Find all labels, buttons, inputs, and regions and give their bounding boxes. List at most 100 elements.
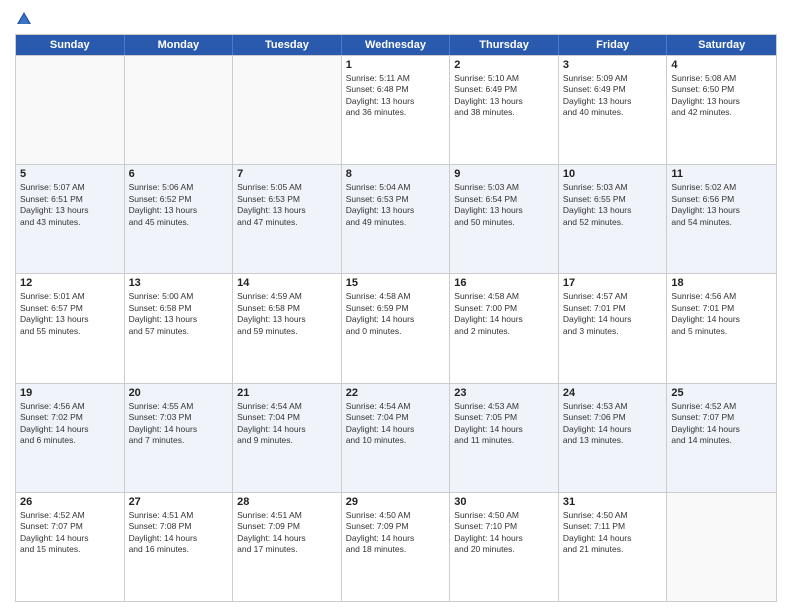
header-day-saturday: Saturday xyxy=(667,35,776,55)
day-cell-31: 31 Sunrise: 4:50 AM Sunset: 7:11 PM Dayli… xyxy=(559,493,668,601)
header-day-tuesday: Tuesday xyxy=(233,35,342,55)
day-number: 31 xyxy=(563,496,663,508)
calendar-row-3: 19Sunrise: 4:56 AM Sunset: 7:02 PM Dayli… xyxy=(16,383,776,492)
day-number: 13 xyxy=(129,277,229,289)
day-number: 22 xyxy=(346,387,446,399)
day-number: 28 xyxy=(237,496,337,508)
day-cell-28: 28 Sunrise: 4:51 AM Sunset: 7:09 PM Dayli… xyxy=(233,493,342,601)
day-info: Sunrise: 4:56 AM Sunset: 7:02 PM Dayligh… xyxy=(20,401,120,447)
header-day-thursday: Thursday xyxy=(450,35,559,55)
day-cell-18: 18 Sunrise: 4:56 AM Sunset: 7:01 PM Dayli… xyxy=(667,274,776,382)
day-info: Sunrise: 5:08 AM Sunset: 6:50 PM Dayligh… xyxy=(671,73,772,119)
day-cell-3: 3 Sunrise: 5:09 AM Sunset: 6:49 PM Daylig… xyxy=(559,56,668,164)
day-number: 12 xyxy=(20,277,120,289)
day-number: 23 xyxy=(454,387,554,399)
day-number: 7 xyxy=(237,168,337,180)
day-cell-14: 14 Sunrise: 4:59 AM Sunset: 6:58 PM Dayli… xyxy=(233,274,342,382)
day-cell-17: 17 Sunrise: 4:57 AM Sunset: 7:01 PM Dayli… xyxy=(559,274,668,382)
day-info: Sunrise: 4:53 AM Sunset: 7:06 PM Dayligh… xyxy=(563,401,663,447)
day-cell-9: 9 Sunrise: 5:03 AM Sunset: 6:54 PM Daylig… xyxy=(450,165,559,273)
day-cell-6: 6 Sunrise: 5:06 AM Sunset: 6:52 PM Daylig… xyxy=(125,165,234,273)
day-info: Sunrise: 4:58 AM Sunset: 7:00 PM Dayligh… xyxy=(454,291,554,337)
day-info: Sunrise: 4:52 AM Sunset: 7:07 PM Dayligh… xyxy=(671,401,772,447)
day-info: Sunrise: 4:54 AM Sunset: 7:04 PM Dayligh… xyxy=(237,401,337,447)
day-cell-8: 8 Sunrise: 5:04 AM Sunset: 6:53 PM Daylig… xyxy=(342,165,451,273)
day-cell-7: 7 Sunrise: 5:05 AM Sunset: 6:53 PM Daylig… xyxy=(233,165,342,273)
day-number: 18 xyxy=(671,277,772,289)
day-number: 4 xyxy=(671,59,772,71)
empty-cell xyxy=(233,56,342,164)
day-info: Sunrise: 5:02 AM Sunset: 6:56 PM Dayligh… xyxy=(671,182,772,228)
day-number: 2 xyxy=(454,59,554,71)
day-number: 5 xyxy=(20,168,120,180)
day-cell-10: 10Sunrise: 5:03 AM Sunset: 6:55 PM Dayli… xyxy=(559,165,668,273)
day-info: Sunrise: 5:07 AM Sunset: 6:51 PM Dayligh… xyxy=(20,182,120,228)
day-cell-24: 24 Sunrise: 4:53 AM Sunset: 7:06 PM Dayli… xyxy=(559,384,668,492)
day-cell-29: 29 Sunrise: 4:50 AM Sunset: 7:09 PM Dayli… xyxy=(342,493,451,601)
day-info: Sunrise: 4:52 AM Sunset: 7:07 PM Dayligh… xyxy=(20,510,120,556)
day-cell-20: 20 Sunrise: 4:55 AM Sunset: 7:03 PM Dayli… xyxy=(125,384,234,492)
day-info: Sunrise: 5:06 AM Sunset: 6:52 PM Dayligh… xyxy=(129,182,229,228)
day-number: 25 xyxy=(671,387,772,399)
day-cell-5: 5 Sunrise: 5:07 AM Sunset: 6:51 PM Daylig… xyxy=(16,165,125,273)
day-info: Sunrise: 5:03 AM Sunset: 6:54 PM Dayligh… xyxy=(454,182,554,228)
day-info: Sunrise: 4:57 AM Sunset: 7:01 PM Dayligh… xyxy=(563,291,663,337)
day-info: Sunrise: 5:03 AM Sunset: 6:55 PM Dayligh… xyxy=(563,182,663,228)
day-number: 3 xyxy=(563,59,663,71)
day-number: 26 xyxy=(20,496,120,508)
day-cell-25: 25 Sunrise: 4:52 AM Sunset: 7:07 PM Dayli… xyxy=(667,384,776,492)
day-info: Sunrise: 4:50 AM Sunset: 7:09 PM Dayligh… xyxy=(346,510,446,556)
day-info: Sunrise: 5:04 AM Sunset: 6:53 PM Dayligh… xyxy=(346,182,446,228)
day-info: Sunrise: 4:58 AM Sunset: 6:59 PM Dayligh… xyxy=(346,291,446,337)
day-info: Sunrise: 5:05 AM Sunset: 6:53 PM Dayligh… xyxy=(237,182,337,228)
day-number: 21 xyxy=(237,387,337,399)
day-number: 1 xyxy=(346,59,446,71)
day-info: Sunrise: 5:00 AM Sunset: 6:58 PM Dayligh… xyxy=(129,291,229,337)
day-cell-13: 13 Sunrise: 5:00 AM Sunset: 6:58 PM Dayli… xyxy=(125,274,234,382)
day-cell-27: 27Sunrise: 4:51 AM Sunset: 7:08 PM Dayli… xyxy=(125,493,234,601)
day-cell-1: 1 Sunrise: 5:11 AM Sunset: 6:48 PM Daylig… xyxy=(342,56,451,164)
logo-icon xyxy=(15,10,33,28)
day-number: 24 xyxy=(563,387,663,399)
day-info: Sunrise: 4:54 AM Sunset: 7:04 PM Dayligh… xyxy=(346,401,446,447)
header-day-wednesday: Wednesday xyxy=(342,35,451,55)
day-number: 11 xyxy=(671,168,772,180)
day-number: 8 xyxy=(346,168,446,180)
day-cell-2: 2 Sunrise: 5:10 AM Sunset: 6:49 PM Daylig… xyxy=(450,56,559,164)
empty-cell xyxy=(125,56,234,164)
calendar-row-0: 1 Sunrise: 5:11 AM Sunset: 6:48 PM Daylig… xyxy=(16,55,776,164)
calendar-body: 1 Sunrise: 5:11 AM Sunset: 6:48 PM Daylig… xyxy=(16,55,776,601)
calendar-header: SundayMondayTuesdayWednesdayThursdayFrid… xyxy=(16,35,776,55)
day-info: Sunrise: 5:10 AM Sunset: 6:49 PM Dayligh… xyxy=(454,73,554,119)
day-info: Sunrise: 4:51 AM Sunset: 7:09 PM Dayligh… xyxy=(237,510,337,556)
day-info: Sunrise: 4:50 AM Sunset: 7:11 PM Dayligh… xyxy=(563,510,663,556)
day-info: Sunrise: 5:11 AM Sunset: 6:48 PM Dayligh… xyxy=(346,73,446,119)
day-cell-30: 30Sunrise: 4:50 AM Sunset: 7:10 PM Dayli… xyxy=(450,493,559,601)
calendar-row-1: 5 Sunrise: 5:07 AM Sunset: 6:51 PM Daylig… xyxy=(16,164,776,273)
day-cell-19: 19Sunrise: 4:56 AM Sunset: 7:02 PM Dayli… xyxy=(16,384,125,492)
header xyxy=(15,10,777,28)
day-cell-26: 26 Sunrise: 4:52 AM Sunset: 7:07 PM Dayli… xyxy=(16,493,125,601)
day-cell-12: 12 Sunrise: 5:01 AM Sunset: 6:57 PM Dayli… xyxy=(16,274,125,382)
day-number: 9 xyxy=(454,168,554,180)
day-number: 30 xyxy=(454,496,554,508)
calendar-row-4: 26 Sunrise: 4:52 AM Sunset: 7:07 PM Dayli… xyxy=(16,492,776,601)
day-number: 6 xyxy=(129,168,229,180)
logo xyxy=(15,10,35,28)
day-number: 17 xyxy=(563,277,663,289)
header-day-monday: Monday xyxy=(125,35,234,55)
empty-cell xyxy=(667,493,776,601)
day-cell-16: 16Sunrise: 4:58 AM Sunset: 7:00 PM Dayli… xyxy=(450,274,559,382)
day-number: 29 xyxy=(346,496,446,508)
day-cell-23: 23 Sunrise: 4:53 AM Sunset: 7:05 PM Dayli… xyxy=(450,384,559,492)
day-info: Sunrise: 5:09 AM Sunset: 6:49 PM Dayligh… xyxy=(563,73,663,119)
day-info: Sunrise: 4:56 AM Sunset: 7:01 PM Dayligh… xyxy=(671,291,772,337)
day-number: 14 xyxy=(237,277,337,289)
day-number: 20 xyxy=(129,387,229,399)
day-cell-11: 11 Sunrise: 5:02 AM Sunset: 6:56 PM Dayli… xyxy=(667,165,776,273)
day-cell-21: 21 Sunrise: 4:54 AM Sunset: 7:04 PM Dayli… xyxy=(233,384,342,492)
day-info: Sunrise: 5:01 AM Sunset: 6:57 PM Dayligh… xyxy=(20,291,120,337)
day-info: Sunrise: 4:53 AM Sunset: 7:05 PM Dayligh… xyxy=(454,401,554,447)
day-info: Sunrise: 4:55 AM Sunset: 7:03 PM Dayligh… xyxy=(129,401,229,447)
day-info: Sunrise: 4:59 AM Sunset: 6:58 PM Dayligh… xyxy=(237,291,337,337)
